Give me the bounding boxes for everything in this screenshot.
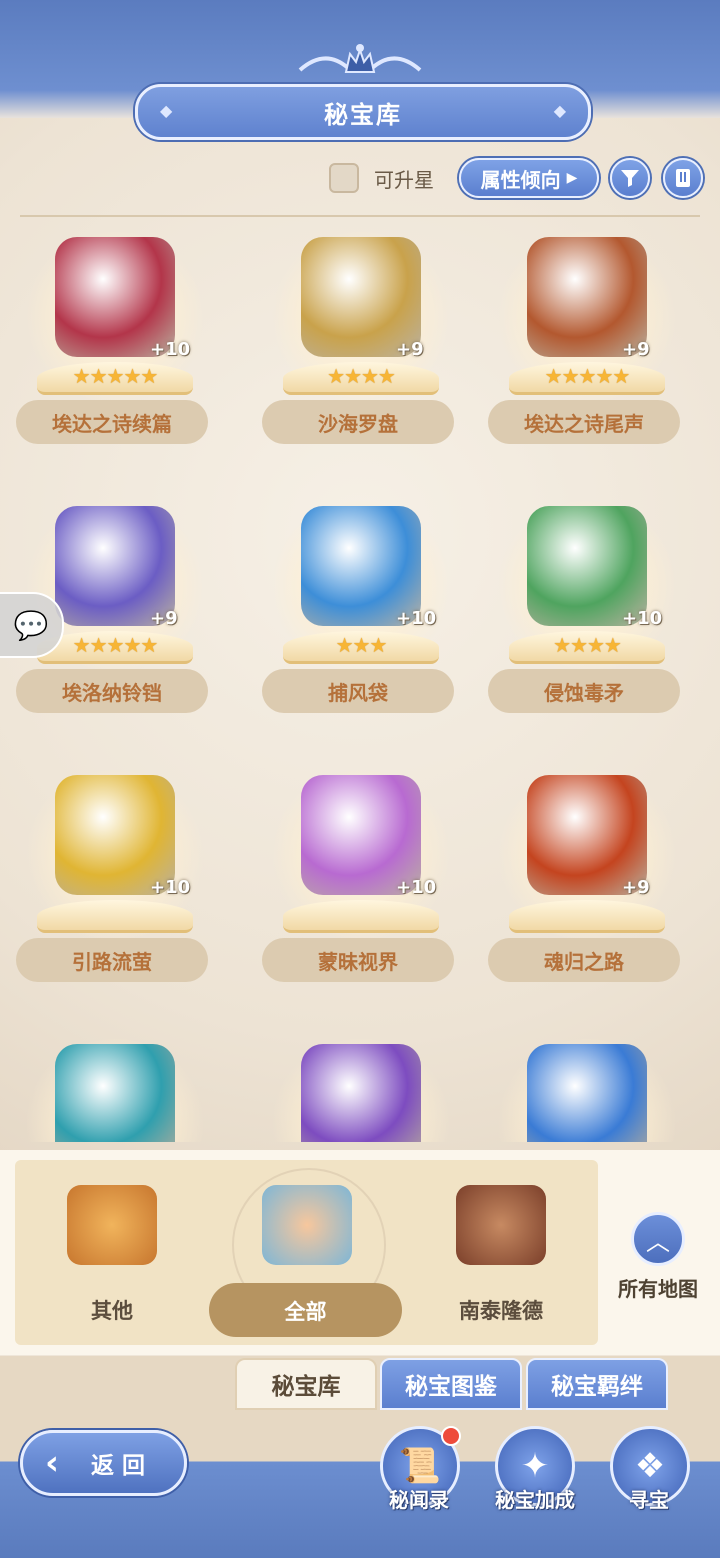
item-stars: ★★★	[335, 633, 388, 657]
item-stars: ★★★★	[553, 633, 622, 657]
treasure-bonus-label: 秘宝加成	[495, 1488, 575, 1512]
treasure-card[interactable]: +10 ★★★ 捕风袋	[248, 491, 474, 731]
treasure-hunt-label: 寻宝	[629, 1488, 669, 1512]
item-name: 沙海罗盘	[262, 400, 454, 444]
title-banner: ◆ 秘宝库 ◆	[135, 84, 591, 140]
item-level: +10	[150, 877, 191, 898]
teal-book-icon	[55, 1044, 175, 1142]
all-maps-button[interactable]: ︿	[631, 1212, 685, 1266]
treasure-card[interactable]	[2, 1029, 228, 1142]
item-level: +10	[396, 608, 437, 629]
item-level: +10	[396, 877, 437, 898]
item-level: +10	[150, 339, 191, 360]
treasure-grid: +10 ★★★★★ 埃达之诗续篇 +9 ★★★★ 沙海罗盘 +9 ★★★★★ 埃达之诗尾声 +9 ★…	[0, 222, 720, 1142]
upgradable-checkbox[interactable]	[329, 163, 359, 193]
divider	[20, 215, 700, 217]
page-title: 秘宝库	[324, 100, 402, 129]
item-level: +9	[396, 339, 424, 360]
region-other[interactable]: 其他	[27, 1175, 197, 1335]
house-region-icon	[262, 1185, 352, 1265]
item-name: 引路流萤	[16, 938, 208, 982]
region-label: 其他	[91, 1299, 133, 1323]
caret-right-icon: ▶	[566, 170, 578, 186]
treasure-card[interactable]: +10 蒙昧视界	[248, 760, 474, 1000]
all-maps-label: 所有地图	[618, 1277, 698, 1301]
region-label: 南泰隆德	[459, 1299, 543, 1323]
item-level: +9	[622, 339, 650, 360]
treasure-card[interactable]	[474, 1029, 700, 1142]
treasure-card[interactable]: +10 引路流萤	[2, 760, 228, 1000]
chat-button[interactable]: 💬	[0, 592, 64, 658]
chevron-up-icon: ︿	[646, 1227, 670, 1256]
back-arrow-icon: ‹	[45, 1443, 60, 1483]
item-stars: ★★★★	[327, 364, 396, 388]
item-name: 埃达之诗尾声	[488, 400, 680, 444]
filter-icon	[621, 170, 639, 187]
purple-eye-icon	[301, 1044, 421, 1142]
secrets-record-label: 秘闻录	[389, 1488, 449, 1512]
back-label: 返回	[91, 1453, 153, 1479]
tab-treasure-codex[interactable]: 秘宝图鉴	[380, 1358, 522, 1410]
tab-treasure-library[interactable]: 秘宝库	[235, 1358, 377, 1410]
item-stars: ★★★★★	[544, 364, 631, 388]
item-name: 埃洛纳铃铛	[16, 669, 208, 713]
region-all-label: 全部	[284, 1300, 327, 1324]
header-ornament-icon	[298, 44, 422, 73]
item-level: +9	[150, 608, 178, 629]
upgradable-label: 可升星	[374, 168, 434, 192]
treasure-icon: ❖	[634, 1446, 666, 1486]
chat-bubble-icon: 💬	[13, 608, 49, 642]
item-name: 蒙昧视界	[262, 938, 454, 982]
back-button[interactable]: ‹ 返回	[20, 1430, 187, 1496]
diamond-icon: ◆	[553, 101, 566, 120]
card-pedestal	[37, 900, 193, 933]
treasure-card[interactable]: +10 ★★★★ 侵蚀毒矛	[474, 491, 700, 731]
item-name: 侵蚀毒矛	[488, 669, 680, 713]
treasure-card[interactable]	[248, 1029, 474, 1142]
card-pedestal	[509, 900, 665, 933]
ruins-region-icon	[456, 1185, 546, 1265]
treasure-card[interactable]: +10 ★★★★★ 埃达之诗续篇	[2, 222, 228, 462]
item-stars: ★★★★★	[72, 364, 159, 388]
item-name: 捕风袋	[262, 669, 454, 713]
bookmark-icon	[676, 169, 690, 187]
diamond-icon: ◆	[160, 101, 173, 120]
tab-treasure-bonds[interactable]: 秘宝羁绊	[526, 1358, 668, 1410]
region-nantairongde[interactable]: 南泰隆德	[416, 1175, 586, 1335]
sparkle-arrow-icon: ✦	[520, 1446, 550, 1486]
potion-icon	[527, 1044, 647, 1142]
item-level: +9	[622, 877, 650, 898]
misc-region-icon	[67, 1185, 157, 1265]
treasure-card[interactable]: +9 魂归之路	[474, 760, 700, 1000]
sort-button[interactable]	[663, 158, 703, 198]
treasure-card[interactable]: +9 ★★★★ 沙海罗盘	[248, 222, 474, 462]
attribute-filter-label: 属性倾向	[480, 167, 561, 192]
attribute-filter-button[interactable]: 属性倾向 ▶	[459, 158, 599, 198]
tab-label: 秘宝羁绊	[551, 1374, 643, 1400]
item-level: +10	[622, 608, 663, 629]
scroll-icon: 📜	[398, 1446, 442, 1486]
item-name: 魂归之路	[488, 938, 680, 982]
treasure-card[interactable]: +9 ★★★★★ 埃达之诗尾声	[474, 222, 700, 462]
card-pedestal	[283, 900, 439, 933]
notification-badge	[441, 1426, 461, 1446]
filter-button[interactable]	[610, 158, 650, 198]
tab-label: 秘宝库	[271, 1374, 341, 1400]
item-name: 埃达之诗续篇	[16, 400, 208, 444]
tab-label: 秘宝图鉴	[405, 1374, 497, 1400]
